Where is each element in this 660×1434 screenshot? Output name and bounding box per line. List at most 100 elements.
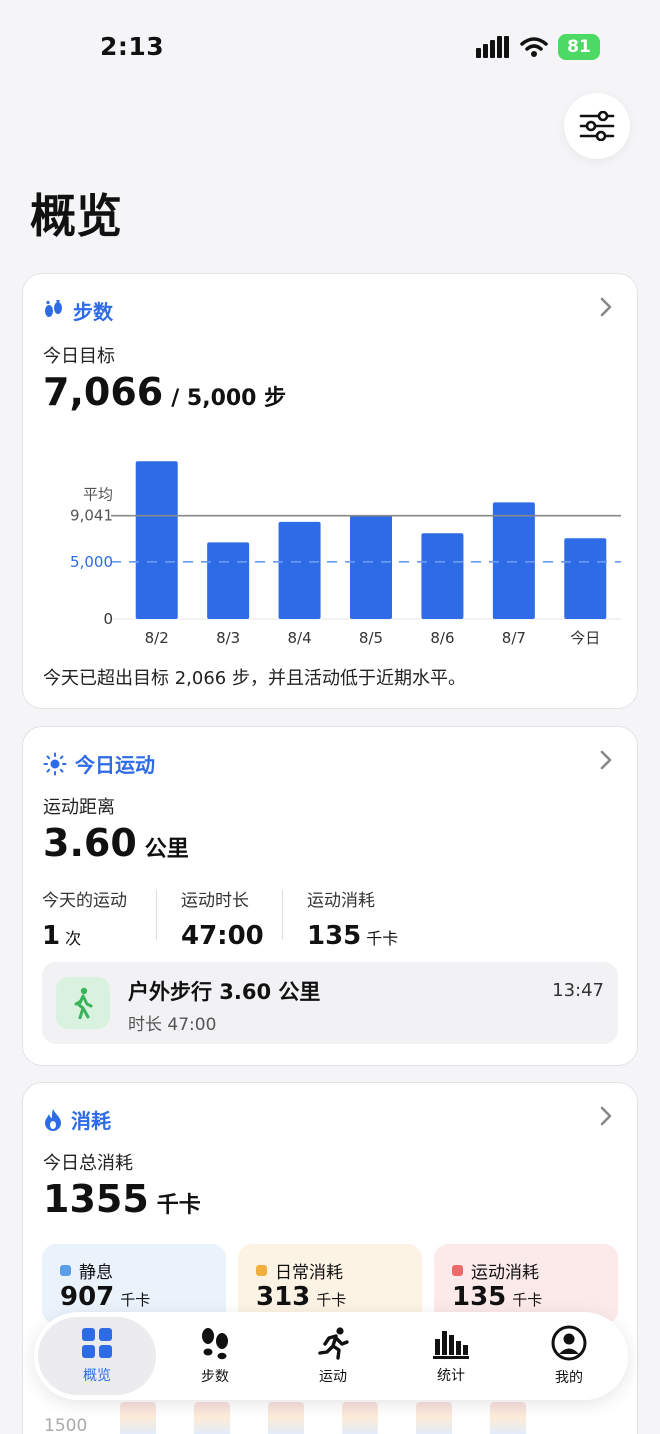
stat-label: 运动时长	[181, 891, 249, 911]
flame-icon	[45, 1108, 61, 1131]
calories-card-title: 消耗	[71, 1109, 111, 1133]
x-tick-label: 今日	[570, 629, 600, 647]
bar-8/6	[421, 533, 464, 619]
stat-divider	[282, 890, 283, 940]
calories-chart-bar	[342, 1402, 378, 1434]
bar-今日	[564, 538, 607, 619]
resting-dot	[60, 1265, 71, 1276]
workout-time: 13:47	[552, 980, 604, 1001]
total-calories-unit: 千卡	[156, 1193, 201, 1218]
chevron-right-icon[interactable]	[599, 1105, 613, 1127]
daily-value: 313	[256, 1282, 311, 1312]
calories-chart-axis-label: 1500	[44, 1416, 88, 1434]
distance-unit: 公里	[144, 837, 189, 862]
steps-card-title: 步数	[73, 300, 113, 324]
tab-label: 概览	[83, 1368, 111, 1384]
workout-item[interactable]: 户外步行 3.60 公里 时长 47:00 13:47	[42, 962, 618, 1044]
person-icon	[551, 1325, 587, 1361]
steps-goal-text: / 5,000 步	[171, 386, 287, 411]
bar-chart-icon	[433, 1331, 469, 1359]
grid-icon	[82, 1328, 112, 1358]
stat-divider	[156, 890, 157, 940]
steps-goal-label: 今日目标	[43, 346, 115, 367]
resting-label: 静息	[79, 1263, 113, 1283]
bar-8/7	[492, 502, 535, 619]
tab-exercise[interactable]: 运动	[274, 1317, 392, 1395]
stat-duration: 运动时长 47:00	[181, 886, 269, 951]
bar-8/5	[350, 515, 392, 619]
tab-label: 我的	[555, 1370, 583, 1386]
workout-icon-box	[56, 977, 110, 1029]
total-calories-number: 1355	[43, 1177, 149, 1221]
stat-value: 47:00	[181, 921, 264, 951]
steps-value: 7,066 / 5,000 步	[43, 370, 286, 414]
daily-label: 日常消耗	[275, 1263, 343, 1283]
daily-dot	[256, 1265, 267, 1276]
x-tick-label: 8/7	[502, 629, 526, 647]
exercise-cal-value: 135	[452, 1282, 507, 1312]
status-time: 2:13	[100, 32, 165, 61]
sun-icon	[43, 752, 67, 775]
bar-8/4	[278, 521, 321, 619]
steps-bar-chart: 8/2 8/3 8/4 8/5 8/6 8/7 今日 9,041 平均 5,000 0	[70, 461, 621, 647]
tab-profile[interactable]: 我的	[510, 1317, 628, 1395]
y-zero-label: 0	[103, 610, 113, 628]
calories-card-header: 消耗	[43, 1105, 111, 1134]
steps-card-header: 步数	[43, 296, 113, 325]
exercise-card-header: 今日运动	[43, 749, 155, 778]
stat-unit: 次	[65, 929, 82, 948]
tab-bar: 概览 步数 运动 统计 我的	[34, 1312, 628, 1400]
tab-steps[interactable]: 步数	[156, 1317, 274, 1395]
bar-8/3	[207, 542, 250, 619]
average-line-title: 平均	[83, 486, 113, 504]
distance-label: 运动距离	[43, 797, 115, 818]
resting-unit: 千卡	[120, 1291, 151, 1309]
workout-duration: 时长 47:00	[128, 1015, 217, 1035]
total-calories-label: 今日总消耗	[43, 1153, 133, 1174]
tab-label: 统计	[437, 1368, 465, 1384]
steps-count: 7,066	[43, 370, 164, 414]
steps-summary: 今天已超出目标 2,066 步，并且活动低于近期水平。	[43, 668, 466, 689]
chevron-right-icon[interactable]	[599, 749, 613, 771]
status-icons: 81	[476, 34, 600, 60]
stat-value: 1	[42, 921, 61, 951]
tab-statistics[interactable]: 统计	[392, 1317, 510, 1395]
x-tick-label: 8/5	[359, 629, 383, 647]
stat-workout-count: 今天的运动 1次	[42, 886, 127, 951]
stat-label: 运动消耗	[307, 891, 375, 911]
calories-chart-bar	[120, 1402, 156, 1434]
running-icon	[318, 1327, 349, 1360]
filter-settings-button[interactable]	[564, 93, 630, 159]
x-tick-label: 8/4	[288, 629, 312, 647]
x-tick-label: 8/6	[430, 629, 454, 647]
calories-chart-bar	[268, 1402, 304, 1434]
x-tick-label: 8/2	[145, 629, 169, 647]
total-calories-value: 1355 千卡	[43, 1177, 201, 1221]
calories-chart-bar	[490, 1402, 526, 1434]
footprints-icon	[202, 1328, 228, 1360]
chevron-right-icon[interactable]	[599, 296, 613, 318]
page-title: 概览	[30, 189, 122, 243]
daily-unit: 千卡	[316, 1291, 347, 1309]
wifi-icon	[520, 37, 548, 57]
exercise-cal-unit: 千卡	[512, 1291, 543, 1309]
walking-icon	[74, 987, 93, 1019]
tab-label: 运动	[319, 1369, 347, 1385]
calories-chart-bar	[194, 1402, 230, 1434]
stat-value: 135	[307, 921, 362, 951]
bar-8/2	[135, 461, 178, 619]
sliders-icon	[579, 111, 615, 141]
x-tick-label: 8/3	[216, 629, 240, 647]
steps-card[interactable]: 步数 今日目标 7,066 / 5,000 步 8/2 8/3 8/4 8/5 8/6 8…	[22, 273, 638, 709]
average-line-label: 9,041	[70, 507, 113, 525]
calories-chart-bar	[416, 1402, 452, 1434]
stat-unit: 千卡	[366, 929, 399, 948]
cellular-signal-icon	[476, 36, 509, 58]
status-bar: 2:13 81	[0, 0, 660, 96]
distance-value: 3.60 公里	[43, 821, 189, 865]
workout-title: 户外步行 3.60 公里	[128, 980, 321, 1004]
tab-overview[interactable]: 概览	[38, 1317, 156, 1395]
exercise-dot	[452, 1265, 463, 1276]
exercise-cal-label: 运动消耗	[471, 1263, 539, 1283]
resting-value: 907	[60, 1282, 115, 1312]
